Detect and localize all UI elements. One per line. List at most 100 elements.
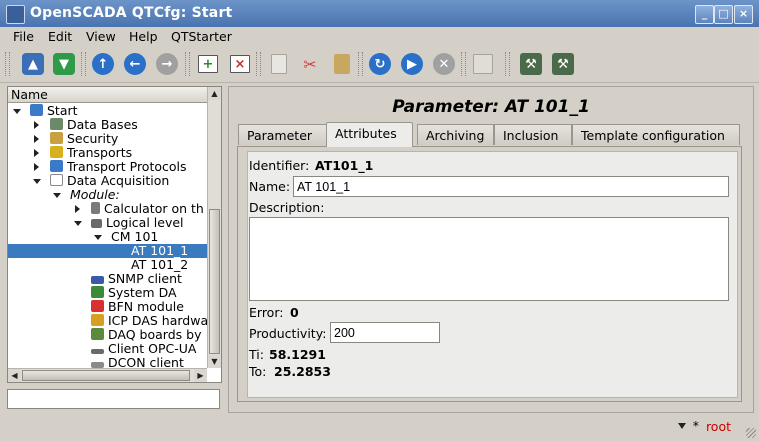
tree-item-module-group[interactable]: Module: bbox=[8, 188, 207, 202]
scroll-down-icon[interactable]: ▼ bbox=[208, 355, 221, 368]
scroll-right-icon[interactable]: ▶ bbox=[194, 369, 207, 382]
menu-view[interactable]: View bbox=[82, 27, 120, 46]
tree-item-icp-das[interactable]: ICP DAS hardwa bbox=[8, 314, 208, 328]
tree-item-label: Security bbox=[67, 131, 119, 146]
logic-icon bbox=[91, 219, 102, 228]
station-icon bbox=[30, 104, 43, 116]
menu-qtstarter[interactable]: QTStarter bbox=[167, 27, 236, 46]
toolbar-handle[interactable] bbox=[256, 52, 261, 76]
save-to-db-button[interactable]: ▼ bbox=[51, 51, 77, 77]
navigation-tree[interactable]: Name Start Data Bases Security Transport… bbox=[7, 86, 222, 383]
tree-item-data-acquisition[interactable]: Data Acquisition bbox=[8, 174, 207, 188]
maximize-button[interactable]: □ bbox=[714, 5, 733, 24]
tree-item-snmp-client[interactable]: SNMP client bbox=[8, 272, 207, 286]
tree-item-databases[interactable]: Data Bases bbox=[8, 118, 207, 132]
tree-item-at101-1[interactable]: AT 101_1 bbox=[8, 244, 207, 258]
message-field[interactable] bbox=[7, 389, 220, 409]
tab-template-configuration[interactable]: Template configuration bbox=[572, 124, 740, 145]
stop-button[interactable]: ✕ bbox=[431, 51, 457, 77]
tree-item-bfn-module[interactable]: BFN module bbox=[8, 300, 207, 314]
tree-item-cm101[interactable]: CM 101 bbox=[8, 230, 207, 244]
tree-item-label: CM 101 bbox=[111, 229, 159, 244]
page-title: Parameter: AT 101_1 bbox=[392, 97, 590, 117]
station-button[interactable]: ⚒ bbox=[518, 51, 544, 77]
daq-board-icon bbox=[91, 328, 104, 340]
expand-arrow-icon[interactable] bbox=[75, 205, 80, 213]
db-load-icon: ▲ bbox=[22, 53, 44, 75]
tree-item-opc-ua[interactable]: Client OPC-UA bbox=[8, 342, 207, 356]
forward-button[interactable]: → bbox=[154, 51, 180, 77]
tab-parameter[interactable]: Parameter bbox=[238, 124, 327, 145]
refresh-button[interactable]: ↻ bbox=[367, 51, 393, 77]
collapse-arrow-icon[interactable] bbox=[94, 235, 102, 240]
panel-splitter[interactable] bbox=[222, 86, 226, 411]
start-button[interactable]: ▶ bbox=[399, 51, 425, 77]
collapse-arrow-icon[interactable] bbox=[53, 193, 61, 198]
expand-arrow-icon[interactable] bbox=[34, 135, 39, 143]
description-label: Description: bbox=[249, 200, 325, 215]
toolbar-handle[interactable] bbox=[81, 52, 86, 76]
back-button[interactable]: ← bbox=[122, 51, 148, 77]
collapse-arrow-icon[interactable] bbox=[74, 221, 82, 226]
expand-arrow-icon[interactable] bbox=[34, 121, 39, 129]
description-textarea[interactable] bbox=[249, 217, 729, 301]
tab-archiving[interactable]: Archiving bbox=[417, 124, 494, 145]
expand-arrow-icon[interactable] bbox=[34, 149, 39, 157]
error-label: Error: bbox=[249, 305, 284, 320]
snmp-icon bbox=[91, 276, 104, 284]
collapse-arrow-icon[interactable] bbox=[33, 179, 41, 184]
tree-item-calculator[interactable]: Calculator on th bbox=[8, 202, 207, 216]
tree-item-security[interactable]: Security bbox=[8, 132, 207, 146]
toolbar-handle[interactable] bbox=[358, 52, 363, 76]
scrollbar-thumb[interactable] bbox=[22, 370, 190, 381]
tree-item-logical-level[interactable]: Logical level bbox=[8, 216, 207, 230]
up-button[interactable]: ↑ bbox=[90, 51, 116, 77]
close-button[interactable]: × bbox=[734, 5, 753, 24]
menu-help[interactable]: Help bbox=[125, 27, 162, 46]
scroll-up-icon[interactable]: ▲ bbox=[208, 87, 221, 100]
tree-item-transports[interactable]: Transports bbox=[8, 146, 207, 160]
add-item-button[interactable]: + bbox=[195, 51, 221, 77]
toolbar-handle[interactable] bbox=[5, 52, 10, 76]
tab-inclusion[interactable]: Inclusion bbox=[494, 124, 572, 145]
productivity-input[interactable] bbox=[330, 322, 440, 343]
load-from-db-button[interactable]: ▲ bbox=[20, 51, 46, 77]
scroll-left-icon[interactable]: ◀ bbox=[8, 369, 21, 382]
tree-item-at101-2[interactable]: AT 101_2 bbox=[8, 258, 207, 272]
toolbar-handle[interactable] bbox=[461, 52, 466, 76]
cut-button[interactable]: ✂ bbox=[297, 51, 323, 77]
tree-item-system-da[interactable]: System DA bbox=[8, 286, 207, 300]
tree-item-daq-boards[interactable]: DAQ boards by bbox=[8, 328, 207, 342]
tree-horizontal-scrollbar[interactable]: ◀ ▶ bbox=[8, 368, 207, 382]
tree-item-start[interactable]: Start bbox=[8, 104, 207, 118]
resize-grip-icon[interactable] bbox=[746, 428, 756, 438]
item-add-icon: + bbox=[198, 55, 218, 73]
toolbar-handle[interactable] bbox=[505, 52, 510, 76]
minimize-button[interactable]: _ bbox=[695, 5, 714, 24]
to-label: To: bbox=[249, 364, 267, 379]
manual-button[interactable] bbox=[470, 51, 496, 77]
remote-station-button[interactable]: ⚒ bbox=[550, 51, 576, 77]
toolbar-handle[interactable] bbox=[185, 52, 190, 76]
menu-file[interactable]: File bbox=[9, 27, 38, 46]
icp-das-icon bbox=[91, 314, 104, 326]
station-icon: ⚒ bbox=[520, 53, 542, 75]
tree-header[interactable]: Name bbox=[8, 87, 221, 103]
collapse-arrow-icon[interactable] bbox=[13, 109, 21, 114]
bfn-icon bbox=[91, 300, 104, 312]
tab-attributes[interactable]: Attributes bbox=[326, 122, 413, 147]
tree-item-label: Data Bases bbox=[67, 117, 138, 132]
tree-item-label: Data Acquisition bbox=[67, 173, 170, 188]
tree-vertical-scrollbar[interactable]: ▲ ▼ bbox=[207, 87, 221, 368]
copy-button[interactable] bbox=[266, 51, 292, 77]
menu-edit[interactable]: Edit bbox=[44, 27, 76, 46]
delete-item-button[interactable]: × bbox=[227, 51, 253, 77]
stop-icon: ✕ bbox=[433, 53, 455, 75]
user-name[interactable]: root bbox=[706, 419, 731, 434]
tree-item-transport-protocols[interactable]: Transport Protocols bbox=[8, 160, 207, 174]
expand-arrow-icon[interactable] bbox=[34, 163, 39, 171]
paste-button[interactable] bbox=[329, 51, 355, 77]
dropdown-arrow-icon[interactable] bbox=[678, 423, 686, 429]
scrollbar-thumb[interactable] bbox=[209, 209, 220, 354]
name-input[interactable] bbox=[293, 176, 729, 197]
